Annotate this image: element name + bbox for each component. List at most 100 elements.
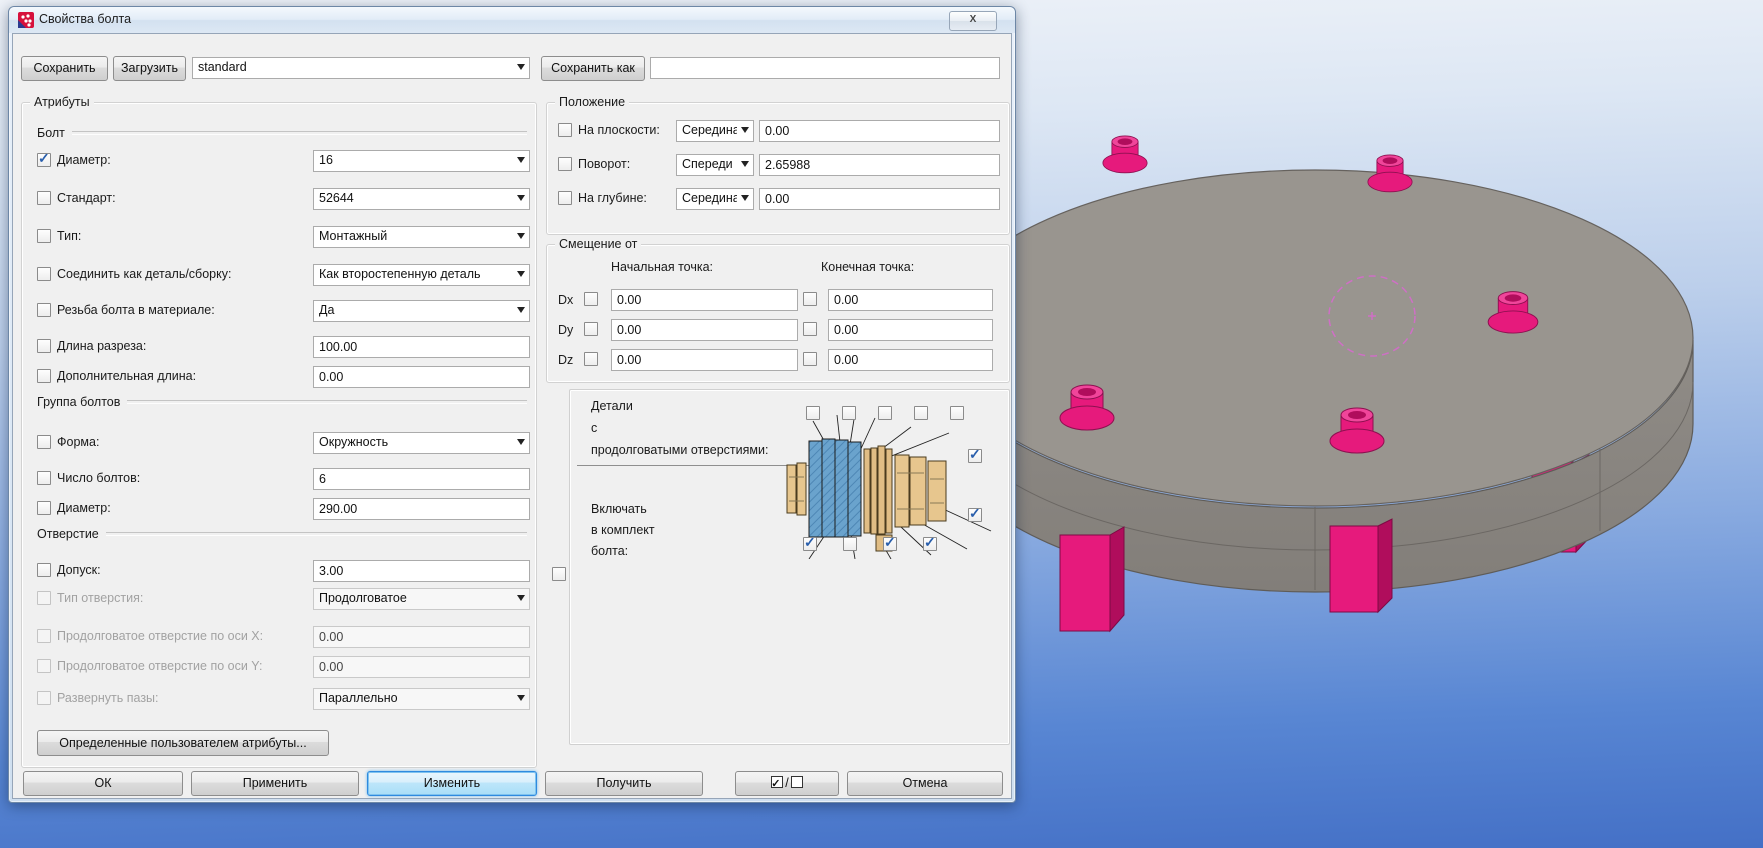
include-nut-far-checkbox[interactable]: [968, 508, 982, 522]
bolt-count-input[interactable]: [313, 468, 530, 490]
slotted-parts-underline: [577, 465, 813, 466]
dx-end-input[interactable]: [828, 289, 993, 311]
include-nut-checkbox[interactable]: [923, 537, 937, 551]
at-depth-input[interactable]: [759, 188, 1000, 210]
cut-length-checkbox[interactable]: [37, 339, 51, 353]
include-washer-far-checkbox[interactable]: [968, 449, 982, 463]
slotted-ply-5-checkbox[interactable]: [950, 406, 964, 420]
ok-button[interactable]: ОК: [23, 771, 183, 796]
bolt-type-label: Тип:: [57, 229, 81, 243]
shape-checkbox[interactable]: [37, 435, 51, 449]
extra-length-checkbox[interactable]: [37, 369, 51, 383]
cut-length-input[interactable]: [313, 336, 530, 358]
at-depth-checkbox[interactable]: [558, 191, 572, 205]
profile-select[interactable]: standard: [192, 57, 530, 79]
rotation-label: Поворот:: [578, 157, 630, 171]
cancel-button[interactable]: Отмена: [847, 771, 1003, 796]
dialog-titlebar[interactable]: Свойства болта X: [9, 7, 1015, 33]
thread-in-material-label: Резьба болта в материале:: [57, 303, 215, 317]
slotted-parts-label-line1: Детали: [591, 399, 633, 413]
dy-end-input[interactable]: [828, 319, 993, 341]
rotate-slots-select[interactable]: Параллельно: [313, 688, 530, 710]
thread-in-material-checkbox[interactable]: [37, 303, 51, 317]
load-button[interactable]: Загрузить: [113, 56, 186, 81]
standard-checkbox[interactable]: [37, 191, 51, 205]
bolt-count-checkbox[interactable]: [37, 471, 51, 485]
dz-end-input[interactable]: [828, 349, 993, 371]
dialog-title: Свойства болта: [39, 12, 131, 26]
dz-end-checkbox[interactable]: [803, 352, 817, 366]
save-button[interactable]: Сохранить: [21, 56, 108, 81]
plate-top-face[interactable]: [937, 170, 1693, 506]
tolerance-input[interactable]: [313, 560, 530, 582]
toggle-separator: /: [785, 776, 788, 790]
slotted-ply-4-checkbox[interactable]: [914, 406, 928, 420]
include-washer-2-checkbox[interactable]: [843, 537, 857, 551]
bolt-properties-dialog: Свойства болта X Сохранить Загрузить sta…: [8, 6, 1016, 803]
hole-type-checkbox[interactable]: [37, 591, 51, 605]
modify-button[interactable]: Изменить: [367, 771, 537, 796]
bolt-type-select[interactable]: Монтажный: [313, 226, 530, 248]
shape-select[interactable]: Окружность: [313, 432, 530, 454]
group-diameter-input[interactable]: [313, 498, 530, 520]
tolerance-checkbox[interactable]: [37, 563, 51, 577]
rotation-select[interactable]: Спереди: [676, 154, 754, 176]
standard-select[interactable]: 52644: [313, 188, 530, 210]
dx-end-checkbox[interactable]: [803, 292, 817, 306]
save-as-input[interactable]: [650, 57, 1000, 79]
dy-start-checkbox[interactable]: [584, 322, 598, 336]
slot-x-checkbox[interactable]: [37, 629, 51, 643]
hole-type-select[interactable]: Продолговатое: [313, 588, 530, 610]
close-button[interactable]: X: [949, 11, 997, 31]
include-washer-1-checkbox[interactable]: [803, 537, 817, 551]
include-label-line3: болта:: [591, 544, 628, 558]
thread-in-material-select[interactable]: Да: [313, 300, 530, 322]
get-button[interactable]: Получить: [545, 771, 703, 796]
extra-length-label: Дополнительная длина:: [57, 369, 196, 383]
dx-start-input[interactable]: [611, 289, 798, 311]
dz-start-input[interactable]: [611, 349, 798, 371]
connect-as-checkbox[interactable]: [37, 267, 51, 281]
slotted-ply-1-checkbox[interactable]: [806, 406, 820, 420]
rotate-slots-checkbox[interactable]: [37, 691, 51, 705]
attributes-group-title: Атрибуты: [30, 95, 94, 109]
chevron-down-icon: [517, 271, 525, 277]
standard-label: Стандарт:: [57, 191, 116, 205]
on-plane-checkbox[interactable]: [558, 123, 572, 137]
slotted-ply-3-checkbox[interactable]: [878, 406, 892, 420]
slot-y-input[interactable]: [313, 656, 530, 678]
apply-button[interactable]: Применить: [191, 771, 359, 796]
rotation-checkbox[interactable]: [558, 157, 572, 171]
bolt-1[interactable]: [1103, 136, 1147, 173]
diameter-select[interactable]: 16: [313, 150, 530, 172]
at-depth-select[interactable]: Середина: [676, 188, 754, 210]
save-as-button[interactable]: Сохранить как: [541, 56, 645, 81]
slotted-ply-2-checkbox[interactable]: [842, 406, 856, 420]
checkbox-off-icon: [791, 776, 803, 788]
slot-y-checkbox[interactable]: [37, 659, 51, 673]
rotation-input[interactable]: [759, 154, 1000, 176]
user-attributes-button[interactable]: Определенные пользователем атрибуты...: [37, 730, 329, 756]
group-diameter-checkbox[interactable]: [37, 501, 51, 515]
slot-x-input[interactable]: [313, 626, 530, 648]
include-washer-3-checkbox[interactable]: [883, 537, 897, 551]
connect-as-label: Соединить как деталь/сборку:: [57, 267, 231, 281]
dx-start-checkbox[interactable]: [584, 292, 598, 306]
toggle-all-checkboxes-button[interactable]: /: [735, 771, 839, 796]
bolt-type-checkbox[interactable]: [37, 229, 51, 243]
plate-leg-front-left[interactable]: [1060, 527, 1124, 631]
on-plane-input[interactable]: [759, 120, 1000, 142]
dy-end-checkbox[interactable]: [803, 322, 817, 336]
on-plane-select[interactable]: Середина: [676, 120, 754, 142]
connect-as-select[interactable]: Как второстепенную деталь: [313, 264, 530, 286]
tolerance-label: Допуск:: [57, 563, 101, 577]
assembly-left-checkbox[interactable]: [552, 567, 566, 581]
extra-length-input[interactable]: [313, 366, 530, 388]
plate-leg-front-right[interactable]: [1330, 519, 1392, 612]
diameter-checkbox[interactable]: [37, 153, 51, 167]
dz-start-checkbox[interactable]: [584, 352, 598, 366]
group-diameter-label: Диаметр:: [57, 501, 111, 515]
dz-label: Dz: [558, 353, 573, 367]
dy-start-input[interactable]: [611, 319, 798, 341]
section-hole: Отверстие: [37, 527, 527, 541]
